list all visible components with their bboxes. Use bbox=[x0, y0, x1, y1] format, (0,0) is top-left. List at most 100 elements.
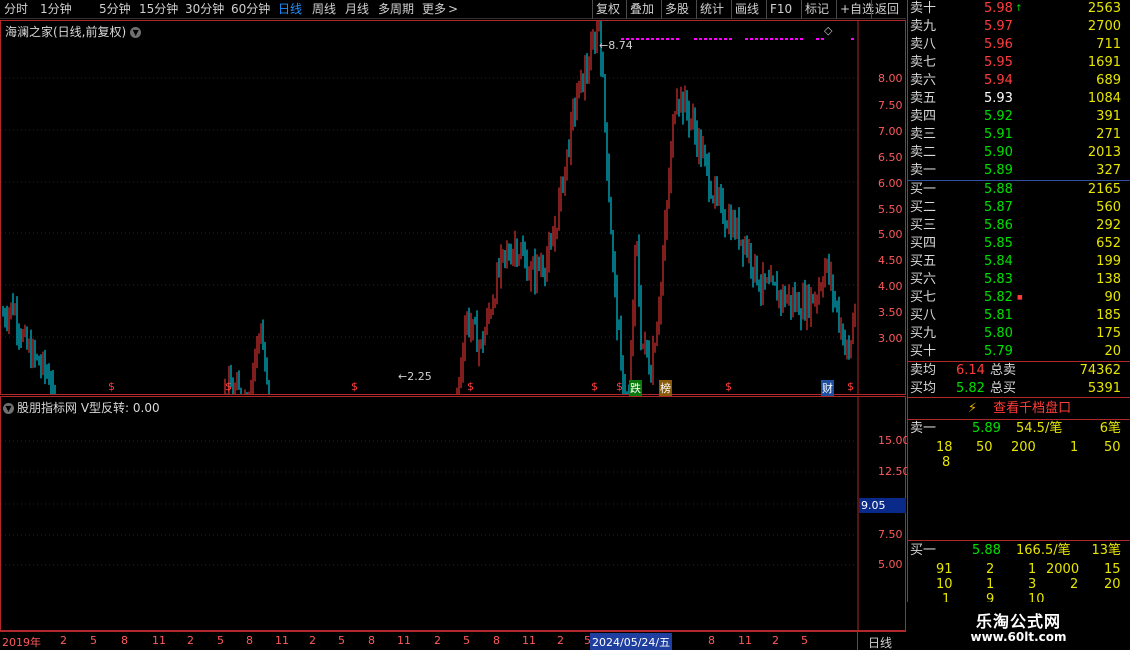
signal-dot bbox=[800, 38, 803, 40]
depth-button[interactable]: ⚡ 查看千档盘口 bbox=[908, 398, 1130, 418]
buy-level-row[interactable]: 买九 5.80 175 bbox=[908, 325, 1130, 343]
signal-dot bbox=[719, 38, 722, 40]
cursor-date-label: 2024/05/24/五 bbox=[590, 633, 673, 650]
tab-monthly[interactable]: 月线 bbox=[345, 2, 369, 17]
sell-level-row[interactable]: 卖八 5.96 711 bbox=[908, 36, 1130, 54]
dividend-marker[interactable]: $ bbox=[351, 380, 358, 393]
period-indicator[interactable]: 日线 bbox=[857, 632, 906, 650]
tab-60min[interactable]: 60分钟 bbox=[231, 2, 270, 17]
buy-level-label: 买九 bbox=[910, 326, 937, 341]
signal-dot bbox=[851, 38, 854, 40]
signal-dot bbox=[821, 38, 824, 40]
sell-level-volume: 1691 bbox=[1087, 55, 1121, 70]
dividend-marker[interactable]: $ bbox=[108, 380, 115, 393]
signal-dot bbox=[666, 38, 669, 40]
tab-more[interactable]: 更多 > bbox=[422, 2, 458, 17]
tab-weekly[interactable]: 周线 bbox=[312, 2, 336, 17]
tab-fenshi[interactable]: 分时 bbox=[4, 2, 28, 17]
f10-button[interactable]: F10 bbox=[766, 0, 795, 19]
queue-item: 200 bbox=[1011, 440, 1036, 455]
sell-level-row[interactable]: 卖五 5.93 1084 bbox=[908, 90, 1130, 108]
tab-1min[interactable]: 1分钟 bbox=[40, 2, 72, 17]
sell-level-row[interactable]: 卖三 5.91 271 bbox=[908, 126, 1130, 144]
sell-level-volume: 2013 bbox=[1087, 145, 1121, 160]
buy-level-volume: 2165 bbox=[1087, 182, 1121, 197]
sell-level-label: 卖九 bbox=[910, 19, 937, 34]
sell-level-volume: 711 bbox=[1096, 37, 1121, 52]
sell-level-row[interactable]: 卖六 5.94 689 bbox=[908, 72, 1130, 90]
fuquan-button[interactable]: 复权 bbox=[592, 0, 623, 19]
sell-level-row[interactable]: 卖九 5.97 2700 bbox=[908, 18, 1130, 36]
buy-level-row[interactable]: 买十 5.79 20 bbox=[908, 343, 1130, 361]
x-label: 8 bbox=[708, 634, 715, 647]
x-label: 11 bbox=[152, 634, 166, 647]
y-label: 5.00 bbox=[878, 558, 903, 571]
tab-daily[interactable]: 日线 bbox=[278, 2, 302, 17]
signal-dot bbox=[656, 38, 659, 40]
back-button[interactable]: 返回 bbox=[871, 0, 902, 19]
dividend-marker[interactable]: $ bbox=[847, 380, 854, 393]
x-label: 8 bbox=[121, 634, 128, 647]
sell-level-price: 5.94 bbox=[984, 73, 1013, 88]
buy-level-row[interactable]: 买一 5.88 2165 bbox=[908, 181, 1130, 199]
tab-30min[interactable]: 30分钟 bbox=[185, 2, 224, 17]
sell-level-row[interactable]: 卖十 5.98 2563 ↑ bbox=[908, 0, 1130, 18]
queue-item: 20 bbox=[1104, 577, 1121, 592]
tab-multi-period[interactable]: 多周期 bbox=[378, 2, 414, 17]
tab-15min[interactable]: 15分钟 bbox=[139, 2, 178, 17]
x-label: 8 bbox=[368, 634, 375, 647]
queue-item: 50 bbox=[976, 440, 993, 455]
queue-item: 1 bbox=[986, 577, 995, 592]
multi-stock-button[interactable]: 多股 bbox=[661, 0, 692, 19]
kline-panel[interactable]: 海澜之家(日线,前复权) ▼ 8.00 7.50 7.00 6.50 6.00 5… bbox=[0, 20, 906, 396]
buy-level-row[interactable]: 买二 5.87 560 bbox=[908, 199, 1130, 217]
financial-report-tag[interactable]: 财 bbox=[821, 380, 834, 396]
dividend-marker[interactable]: $ bbox=[225, 380, 232, 393]
buy-level-row[interactable]: 买七 5.82 90 ■ bbox=[908, 289, 1130, 307]
indicator-panel[interactable]: ▼ 股朋指标网 V型反转: 0.00 15.00 12.50 9.05 7.50 … bbox=[0, 396, 910, 631]
sell-level-row[interactable]: 卖一 5.89 327 bbox=[908, 162, 1130, 180]
buy-level-price: 5.85 bbox=[984, 236, 1013, 251]
mark-button[interactable]: 标记 bbox=[801, 0, 832, 19]
dividend-marker[interactable]: $ bbox=[467, 380, 474, 393]
draw-line-button[interactable]: 画线 bbox=[731, 0, 762, 19]
tab-5min[interactable]: 5分钟 bbox=[99, 2, 131, 17]
buy-level-row[interactable]: 买三 5.86 292 bbox=[908, 217, 1130, 235]
buy-level-row[interactable]: 买六 5.83 138 bbox=[908, 271, 1130, 289]
sell-level-volume: 689 bbox=[1096, 73, 1121, 88]
buy-level-row[interactable]: 买四 5.85 652 bbox=[908, 235, 1130, 253]
dividend-marker[interactable]: $ bbox=[591, 380, 598, 393]
sell-level-row[interactable]: 卖四 5.92 391 bbox=[908, 108, 1130, 126]
dividend-marker[interactable]: $ bbox=[725, 380, 732, 393]
marker-dot-icon: ■ bbox=[1017, 294, 1023, 301]
dragon-tiger-list-tag[interactable]: 榜 bbox=[659, 380, 672, 396]
sell-level-price: 5.92 bbox=[984, 109, 1013, 124]
sell-level-row[interactable]: 卖七 5.95 1691 bbox=[908, 54, 1130, 72]
signal-dot bbox=[714, 38, 717, 40]
diamond-icon[interactable]: ◇ bbox=[824, 24, 832, 37]
buy-level-price: 5.80 bbox=[984, 326, 1013, 341]
buy-level-row[interactable]: 买五 5.84 199 bbox=[908, 253, 1130, 271]
buy-level-label: 买七 bbox=[910, 290, 937, 305]
buy-level-row[interactable]: 买八 5.81 185 bbox=[908, 307, 1130, 325]
buy-level-volume: 292 bbox=[1096, 218, 1121, 233]
dividend-marker[interactable]: $ bbox=[616, 380, 623, 393]
queue-item: 1 bbox=[1070, 440, 1079, 455]
buy-level-label: 买六 bbox=[910, 272, 937, 287]
sell-average-row: 卖均 6.14 总卖 74362 bbox=[910, 363, 1121, 378]
current-value-badge: 9.05 bbox=[859, 498, 906, 513]
sell-level-price: 5.96 bbox=[984, 37, 1013, 52]
sell-level-row[interactable]: 卖二 5.90 2013 bbox=[908, 144, 1130, 162]
kline-canvas bbox=[1, 21, 859, 394]
sell-level-price: 5.89 bbox=[984, 163, 1013, 178]
signal-dot bbox=[646, 38, 649, 40]
overlay-button[interactable]: 叠加 bbox=[626, 0, 657, 19]
sell-queue-header: 卖一 5.89 54.5/笔 6笔 bbox=[910, 421, 1121, 436]
signal-dot bbox=[770, 38, 773, 40]
x-label: 2 bbox=[772, 634, 779, 647]
stats-button[interactable]: 统计 bbox=[696, 0, 727, 19]
buy-level-price: 5.83 bbox=[984, 272, 1013, 287]
limit-down-tag[interactable]: 跌 bbox=[629, 380, 642, 396]
up-arrow-icon: ↑ bbox=[1015, 4, 1023, 14]
signal-dot bbox=[651, 38, 654, 40]
